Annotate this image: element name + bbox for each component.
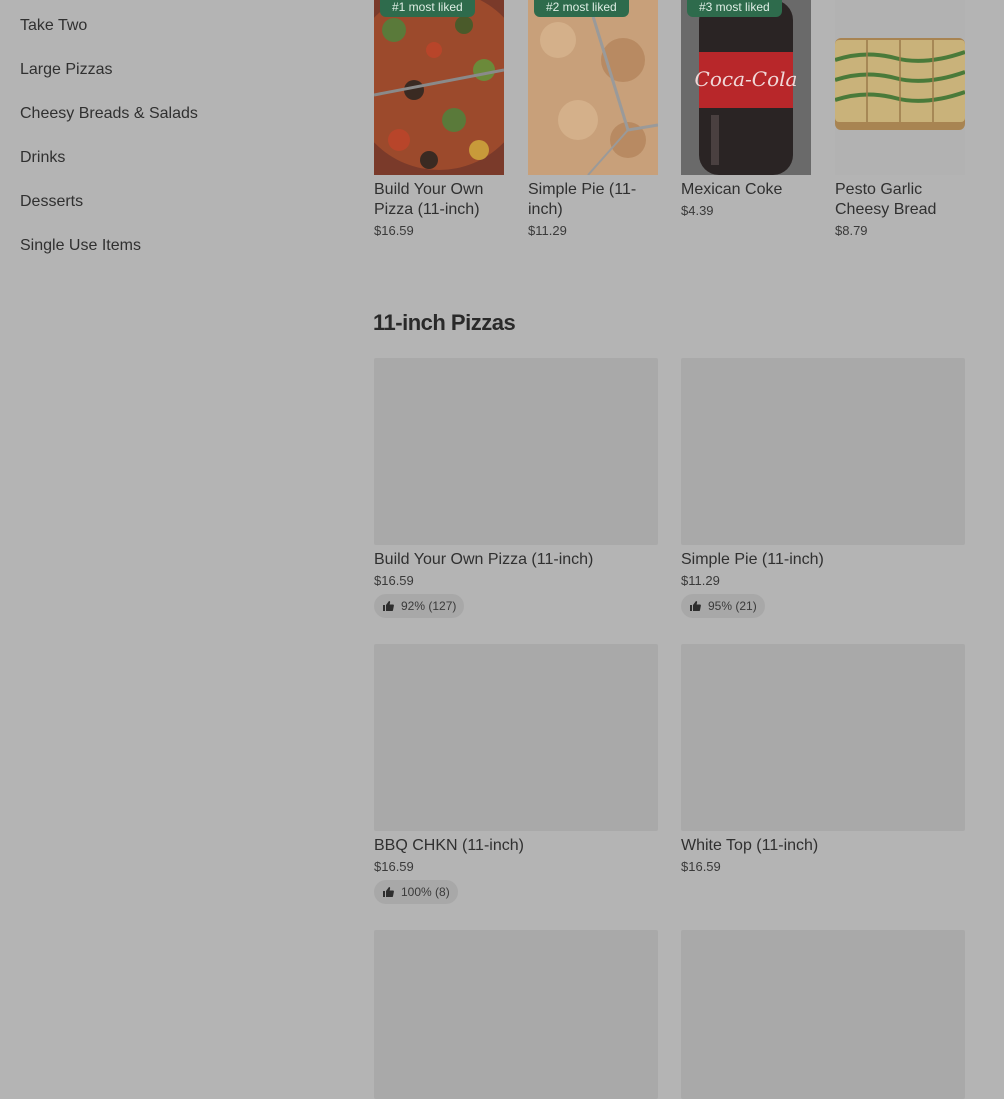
item-image: #1 most liked — [374, 0, 504, 175]
item-name: Build Your Own Pizza (11-inch) — [374, 181, 484, 218]
item-name: BBQ CHKN (11-inch) — [374, 837, 524, 854]
item-price: $8.79 — [835, 223, 868, 238]
item-name: Build Your Own Pizza (11-inch) — [374, 551, 594, 568]
menu-item-card[interactable] — [374, 930, 658, 1099]
item-name: Pesto Garlic Cheesy Bread — [835, 181, 937, 218]
most-liked-badge: #3 most liked — [687, 0, 782, 17]
menu-item-card[interactable]: BBQ CHKN (11-inch) $16.59 100% (8) — [374, 644, 658, 904]
item-image-placeholder — [374, 358, 658, 545]
svg-text:Coca-Cola: Coca-Cola — [695, 67, 798, 91]
menu-item-card[interactable]: Build Your Own Pizza (11-inch) $16.59 92… — [374, 358, 658, 618]
sidebar-item-large-pizzas[interactable]: Large Pizzas — [20, 60, 113, 80]
item-name: Simple Pie (11-inch) — [528, 181, 637, 218]
sidebar-item-desserts[interactable]: Desserts — [20, 192, 83, 212]
sidebar-item-cheesy-breads-salads[interactable]: Cheesy Breads & Salads — [20, 104, 198, 124]
rating-badge: 95% (21) — [681, 594, 765, 618]
item-price: $16.59 — [374, 223, 414, 238]
cheesy-bread-image — [835, 0, 965, 175]
most-liked-badge: #2 most liked — [534, 0, 629, 17]
item-price: $11.29 — [528, 223, 567, 238]
item-price: $11.29 — [681, 573, 720, 588]
pizza-image — [374, 0, 504, 175]
sidebar-item-take-two[interactable]: Take Two — [20, 16, 87, 36]
item-image-placeholder — [681, 930, 965, 1099]
item-name: Simple Pie (11-inch) — [681, 551, 824, 568]
item-image-placeholder — [681, 644, 965, 831]
most-liked-card[interactable]: Coca-Cola #3 most liked Mexican Coke $4.… — [681, 0, 811, 218]
thumbs-up-icon — [690, 601, 701, 611]
sidebar-item-single-use-items[interactable]: Single Use Items — [20, 236, 141, 256]
item-name: Mexican Coke — [681, 181, 783, 198]
item-image — [835, 0, 965, 175]
rating-text: 95% (21) — [708, 599, 757, 613]
thumbs-up-icon — [383, 887, 394, 897]
rating-badge: 92% (127) — [374, 594, 465, 618]
pizza-image — [528, 0, 658, 175]
most-liked-card[interactable]: #1 most liked Build Your Own Pizza (11-i… — [374, 0, 504, 238]
item-image: #2 most liked — [528, 0, 658, 175]
item-image-placeholder — [374, 644, 658, 831]
sidebar-item-drinks[interactable]: Drinks — [20, 148, 65, 168]
menu-item-card[interactable]: Simple Pie (11-inch) $11.29 95% (21) — [681, 358, 965, 618]
item-image: Coca-Cola #3 most liked — [681, 0, 811, 175]
rating-badge: 100% (8) — [374, 880, 458, 904]
most-liked-badge: #1 most liked — [380, 0, 475, 17]
coke-bottle-image: Coca-Cola — [681, 0, 811, 175]
menu-item-card[interactable] — [681, 930, 965, 1099]
rating-text: 92% (127) — [401, 599, 457, 613]
item-price: $4.39 — [681, 203, 714, 218]
rating-text: 100% (8) — [401, 885, 450, 899]
section-title: 11-inch Pizzas — [373, 310, 516, 335]
item-image-placeholder — [681, 358, 965, 545]
item-price: $16.59 — [374, 573, 414, 588]
menu-item-card[interactable]: White Top (11-inch) $16.59 — [681, 644, 965, 874]
most-liked-card[interactable]: #2 most liked Simple Pie (11-inch) $11.2… — [528, 0, 658, 238]
item-price: $16.59 — [681, 859, 721, 874]
item-name: White Top (11-inch) — [681, 837, 819, 854]
item-image-placeholder — [374, 930, 658, 1099]
thumbs-up-icon — [383, 601, 394, 611]
most-liked-card[interactable]: Pesto Garlic Cheesy Bread $8.79 — [835, 0, 965, 238]
item-price: $16.59 — [374, 859, 414, 874]
